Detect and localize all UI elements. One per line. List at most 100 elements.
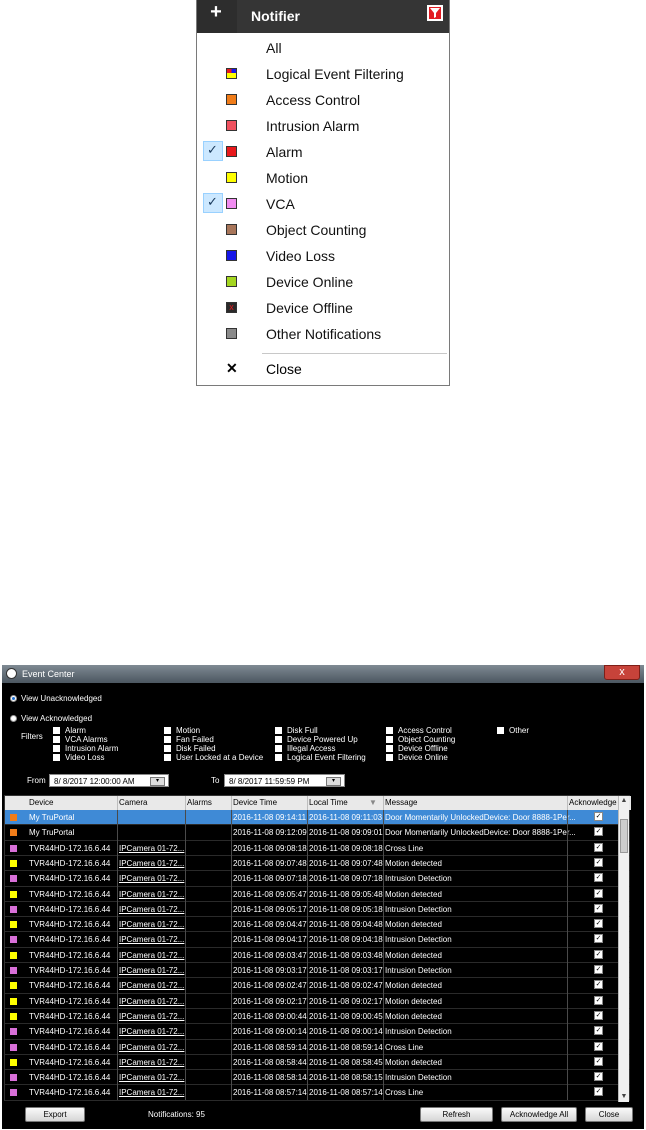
acknowledge-checkbox[interactable]: ✓ [594, 903, 603, 913]
acknowledge-checkbox[interactable]: ✓ [594, 888, 603, 898]
table-row[interactable]: TVR44HD-172.16.6.44 IPCamera 01-72... 2016… [5, 994, 629, 1009]
cell-camera[interactable]: IPCamera 01-72... [119, 859, 184, 868]
acknowledge-checkbox[interactable]: ✓ [594, 812, 603, 821]
cell-camera[interactable]: IPCamera 01-72... [119, 920, 184, 929]
notifier-item-alarm[interactable]: Alarm [197, 139, 449, 165]
filter-checkbox[interactable] [275, 745, 282, 752]
filter-checkbox[interactable] [497, 727, 504, 734]
table-row[interactable]: TVR44HD-172.16.6.44 IPCamera 01-72... 2016… [5, 1024, 629, 1039]
view-unacknowledged-radio[interactable] [10, 695, 17, 702]
filter-checkbox[interactable] [164, 745, 171, 752]
notifier-item-object-counting[interactable]: Object Counting [197, 217, 449, 243]
add-button[interactable]: + [201, 0, 231, 26]
filter-checkbox[interactable] [164, 727, 171, 734]
acknowledge-checkbox[interactable]: ✓ [594, 827, 603, 837]
column-header-message[interactable]: Message [385, 798, 417, 807]
check-icon[interactable] [203, 37, 223, 57]
notifier-item-vca[interactable]: VCA [197, 191, 449, 217]
table-row[interactable]: TVR44HD-172.16.6.44 IPCamera 01-72... 2016… [5, 887, 629, 902]
acknowledge-checkbox[interactable]: ✓ [594, 1087, 603, 1097]
view-acknowledged-radio[interactable] [10, 715, 17, 722]
close-button[interactable]: Close [585, 1107, 633, 1122]
acknowledge-checkbox[interactable]: ✓ [594, 995, 603, 1005]
check-icon[interactable] [203, 63, 223, 83]
acknowledge-checkbox[interactable]: ✓ [594, 980, 603, 990]
acknowledge-checkbox[interactable]: ✓ [594, 1026, 603, 1036]
filter-checkbox[interactable] [275, 736, 282, 743]
refresh-button[interactable]: Refresh [420, 1107, 493, 1122]
cell-camera[interactable]: IPCamera 01-72... [119, 981, 184, 990]
cell-camera[interactable]: IPCamera 01-72... [119, 997, 184, 1006]
notifier-close-item[interactable]: ✕ Close [197, 356, 449, 382]
acknowledge-checkbox[interactable]: ✓ [594, 934, 603, 944]
filter-checkbox[interactable] [275, 754, 282, 761]
table-row[interactable]: TVR44HD-172.16.6.44 IPCamera 01-72... 2016… [5, 932, 629, 947]
from-date-picker[interactable]: 8/ 8/2017 12:00:00 AM ▾ [49, 774, 169, 787]
scroll-up-icon[interactable]: ▲ [619, 796, 629, 806]
cell-camera[interactable]: IPCamera 01-72... [119, 1088, 184, 1097]
cell-camera[interactable]: IPCamera 01-72... [119, 951, 184, 960]
table-row[interactable]: TVR44HD-172.16.6.44 IPCamera 01-72... 2016… [5, 902, 629, 917]
cell-camera[interactable]: IPCamera 01-72... [119, 1012, 184, 1021]
filter-checkbox[interactable] [164, 736, 171, 743]
cell-camera[interactable]: IPCamera 01-72... [119, 1043, 184, 1052]
check-icon[interactable] [203, 219, 223, 239]
notifier-item-device-online[interactable]: Device Online [197, 269, 449, 295]
cell-camera[interactable]: IPCamera 01-72... [119, 844, 184, 853]
cell-camera[interactable]: IPCamera 01-72... [119, 1058, 184, 1067]
window-close-button[interactable]: x [604, 665, 640, 680]
notifier-item-all[interactable]: All [197, 35, 449, 61]
check-icon[interactable] [203, 115, 223, 135]
cell-camera[interactable]: IPCamera 01-72... [119, 890, 184, 899]
notifier-item-logical-event-filtering[interactable]: Logical Event Filtering [197, 61, 449, 87]
calendar-icon[interactable]: ▾ [326, 777, 341, 786]
table-row[interactable]: TVR44HD-172.16.6.44 IPCamera 01-72... 2016… [5, 856, 629, 871]
cell-camera[interactable]: IPCamera 01-72... [119, 966, 184, 975]
acknowledge-checkbox[interactable]: ✓ [594, 919, 603, 929]
column-header-camera[interactable]: Camera [119, 798, 147, 807]
filter-checkbox[interactable] [164, 754, 171, 761]
acknowledge-checkbox[interactable]: ✓ [594, 949, 603, 959]
notifier-item-access-control[interactable]: Access Control [197, 87, 449, 113]
filter-checkbox[interactable] [386, 754, 393, 761]
notifier-item-intrusion-alarm[interactable]: Intrusion Alarm [197, 113, 449, 139]
table-row[interactable]: TVR44HD-172.16.6.44 IPCamera 01-72... 2016… [5, 948, 629, 963]
filter-checkbox[interactable] [53, 736, 60, 743]
acknowledge-checkbox[interactable]: ✓ [594, 965, 603, 974]
notifier-item-video-loss[interactable]: Video Loss [197, 243, 449, 269]
cell-camera[interactable]: IPCamera 01-72... [119, 935, 184, 944]
acknowledge-all-button[interactable]: Acknowledge All [501, 1107, 577, 1122]
check-icon[interactable] [203, 271, 223, 291]
filter-checkbox[interactable] [275, 727, 282, 734]
column-header-local-time[interactable]: Local Time [309, 798, 348, 807]
notifier-item-other-notifications[interactable]: Other Notifications [197, 321, 449, 347]
acknowledge-checkbox[interactable]: ✓ [594, 1010, 603, 1020]
table-row[interactable]: TVR44HD-172.16.6.44 IPCamera 01-72... 2016… [5, 917, 629, 932]
filter-checkbox[interactable] [386, 727, 393, 734]
check-icon[interactable] [203, 89, 223, 109]
column-header-alarms[interactable]: Alarms [187, 798, 212, 807]
table-row[interactable]: TVR44HD-172.16.6.44 IPCamera 01-72... 2016… [5, 871, 629, 886]
check-icon[interactable] [203, 141, 223, 161]
column-header-acknowledge[interactable]: Acknowledge [569, 798, 617, 807]
calendar-icon[interactable]: ▾ [150, 777, 165, 786]
notifier-item-device-offline[interactable]: x Device Offline [197, 295, 449, 321]
table-row[interactable]: My TruPortal 2016-11-08 09:14:11 2016-11-0… [5, 810, 629, 825]
table-row[interactable]: TVR44HD-172.16.6.44 IPCamera 01-72... 2016… [5, 1009, 629, 1024]
cell-camera[interactable]: IPCamera 01-72... [119, 1027, 184, 1036]
table-row[interactable]: TVR44HD-172.16.6.44 IPCamera 01-72... 2016… [5, 1055, 629, 1070]
export-button[interactable]: Export [25, 1107, 85, 1122]
to-date-picker[interactable]: 8/ 8/2017 11:59:59 PM ▾ [224, 774, 345, 787]
cell-camera[interactable]: IPCamera 01-72... [119, 905, 184, 914]
table-row[interactable]: My TruPortal 2016-11-08 09:12:09 2016-11-0… [5, 825, 629, 840]
column-header-device[interactable]: Device [29, 798, 53, 807]
notifier-item-motion[interactable]: Motion [197, 165, 449, 191]
acknowledge-checkbox[interactable]: ✓ [594, 842, 603, 852]
acknowledge-checkbox[interactable]: ✓ [594, 1072, 603, 1082]
vertical-scrollbar[interactable]: ▲ ▼ [618, 796, 629, 1102]
cell-camera[interactable]: IPCamera 01-72... [119, 874, 184, 883]
filter-checkbox[interactable] [386, 736, 393, 743]
check-icon[interactable] [203, 297, 223, 317]
check-icon[interactable] [203, 323, 223, 343]
table-row[interactable]: TVR44HD-172.16.6.44 IPCamera 01-72... 2016… [5, 1070, 629, 1085]
